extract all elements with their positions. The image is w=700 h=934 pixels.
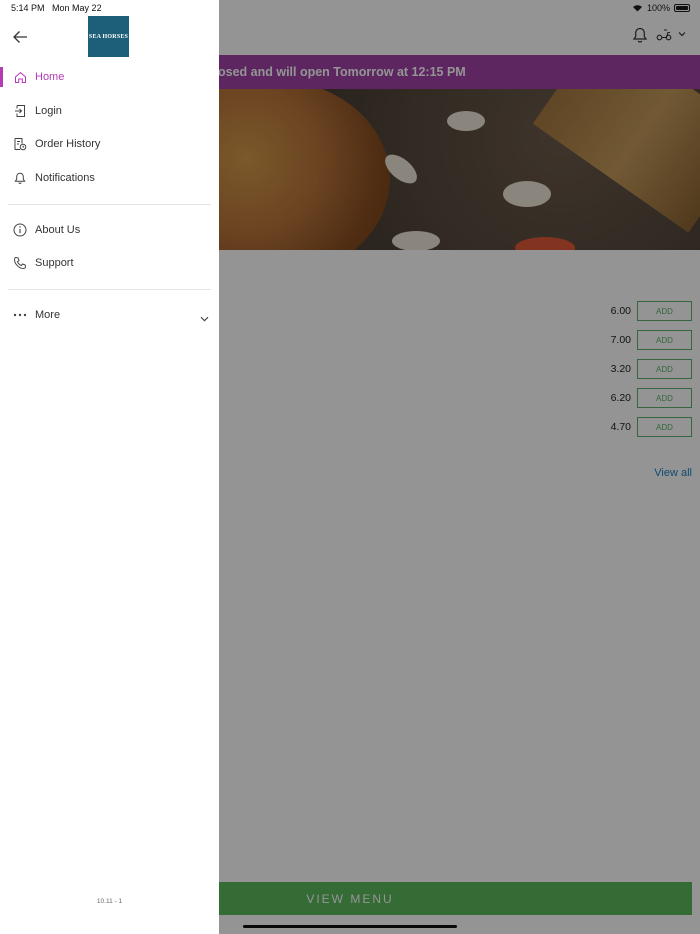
battery-icon [674,4,690,12]
status-indicators: 100% [632,3,690,13]
menu-item-label: About Us [35,224,81,236]
login-icon [13,104,27,118]
divider [8,204,211,205]
menu-item-label: Login [35,105,62,117]
menu-item-label: Order History [35,138,101,150]
menu-item-order-history[interactable]: Order History [0,129,219,159]
restaurant-logo: SEA HORSES [88,16,129,57]
menu-item-support[interactable]: Support [0,248,219,278]
menu-item-more[interactable]: More [0,300,219,330]
status-bar: 100% [0,0,700,17]
info-icon [13,223,27,237]
menu-item-notifications[interactable]: Notifications [0,163,219,193]
order-history-icon [13,137,27,151]
menu-item-label: Support [35,257,74,269]
battery-percent: 100% [646,3,670,13]
menu-item-home[interactable]: Home [0,62,219,92]
wifi-icon [632,5,642,12]
bell-icon [13,171,27,185]
more-dots-icon [13,308,27,322]
menu-item-login[interactable]: Login [0,96,219,126]
side-drawer: 5:14 PM Mon May 22 SEA HORSES Home Login… [0,0,219,934]
phone-icon [13,256,27,270]
menu-item-label: More [35,309,61,321]
menu-item-label: Home [35,71,65,83]
home-icon [13,70,27,84]
active-indicator [0,67,3,87]
menu-item-about-us[interactable]: About Us [0,215,219,245]
divider [8,289,211,290]
back-arrow-icon[interactable] [12,30,30,46]
chevron-down-icon[interactable] [200,309,209,327]
menu-item-label: Notifications [35,172,95,184]
logo-text: SEA HORSES [88,33,129,40]
app-version: 10.11 - 1 [96,898,123,905]
